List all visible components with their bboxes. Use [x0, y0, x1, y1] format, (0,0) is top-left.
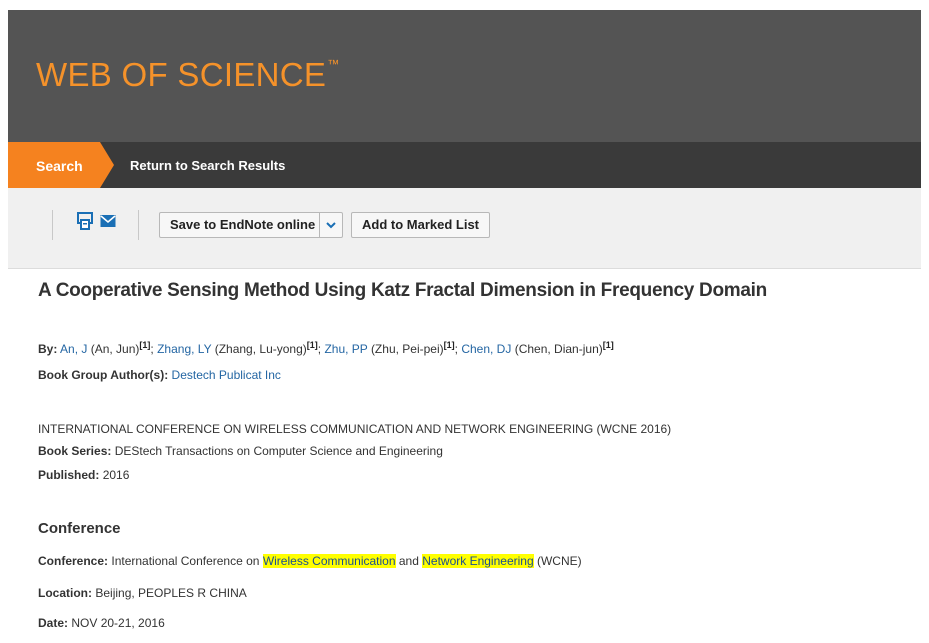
affiliation-ref[interactable]: [1] [603, 340, 614, 350]
trademark: ™ [327, 57, 340, 71]
published-line: Published: 2016 [38, 468, 129, 482]
conference-suffix: (WCNE) [536, 554, 582, 568]
print-icon[interactable] [76, 212, 94, 230]
site-header: WEB OF SCIENCE™ [8, 10, 921, 142]
highlighted-term: Wireless Communication [262, 554, 396, 568]
author-full-name: (Zhang, Lu-yong) [214, 342, 307, 356]
location-value: Beijing, PEOPLES R CHINA [95, 586, 247, 600]
location-label: Location: [38, 586, 92, 600]
authors-line: By: An, J (An, Jun)[1]; Zhang, LY (Zhang… [38, 340, 614, 356]
record-title: A Cooperative Sensing Method Using Katz … [38, 280, 767, 301]
date-value: NOV 20-21, 2016 [71, 616, 165, 630]
top-margin [0, 0, 929, 10]
author-full-name: (Zhu, Pei-pei) [370, 342, 444, 356]
author-link[interactable]: Chen, DJ [461, 342, 511, 356]
date-label: Date: [38, 616, 69, 630]
affiliation-ref[interactable]: [1] [307, 340, 318, 350]
save-to-endnote-label: Save to EndNote online [170, 217, 316, 232]
toolbar-divider [52, 210, 53, 240]
author-full-name: (An, Jun) [90, 342, 140, 356]
nav-bar: Search Return to Search Results [8, 142, 921, 188]
brand-name: WEB OF SCIENCE [36, 56, 327, 93]
author-link[interactable]: Zhu, PP [324, 342, 367, 356]
date-line: Date: NOV 20-21, 2016 [38, 616, 165, 630]
group-author-line: Book Group Author(s): Destech Publicat I… [38, 368, 281, 382]
book-series-label: Book Series: [38, 444, 112, 458]
conference-label: Conference: [38, 554, 109, 568]
highlighted-term: Network Engineering [422, 554, 534, 568]
author-link[interactable]: An, J [60, 342, 87, 356]
tab-search[interactable]: Search [8, 142, 114, 188]
published-value: 2016 [102, 468, 130, 482]
author-separator: ; [454, 342, 458, 356]
conference-connector: and [398, 554, 419, 568]
source-title: INTERNATIONAL CONFERENCE ON WIRELESS COM… [38, 422, 672, 436]
conference-heading: Conference [38, 520, 121, 537]
author-separator: ; [317, 342, 322, 356]
location-line: Location: Beijing, PEOPLES R CHINA [38, 586, 247, 600]
authors-label: By: [38, 342, 58, 356]
book-series-value: DEStech Transactions on Computer Science… [114, 444, 443, 458]
affiliation-ref[interactable]: [1] [139, 340, 150, 350]
chevron-down-icon[interactable] [325, 220, 337, 230]
book-series-line: Book Series: DEStech Transactions on Com… [38, 444, 443, 458]
return-to-results-link[interactable]: Return to Search Results [130, 158, 285, 173]
conference-prefix: International Conference on [111, 554, 260, 568]
email-icon[interactable] [100, 214, 118, 232]
dropdown-separator [319, 213, 320, 237]
toolbar-divider [138, 210, 139, 240]
affiliation-ref[interactable]: [1] [444, 340, 455, 350]
author-link[interactable]: Zhang, LY [157, 342, 211, 356]
conference-line: Conference: International Conference on … [38, 554, 582, 568]
site-logo[interactable]: WEB OF SCIENCE™ [36, 56, 340, 94]
save-to-endnote-button[interactable]: Save to EndNote online [159, 212, 343, 238]
add-to-marked-list-button[interactable]: Add to Marked List [351, 212, 491, 238]
author-separator: ; [150, 342, 154, 356]
record-toolbar: Save to EndNote online Add to Marked Lis… [8, 188, 921, 269]
group-author-link[interactable]: Destech Publicat Inc [172, 368, 281, 382]
group-author-label: Book Group Author(s): [38, 368, 169, 382]
published-label: Published: [38, 468, 100, 482]
author-full-name: (Chen, Dian-jun) [514, 342, 603, 356]
